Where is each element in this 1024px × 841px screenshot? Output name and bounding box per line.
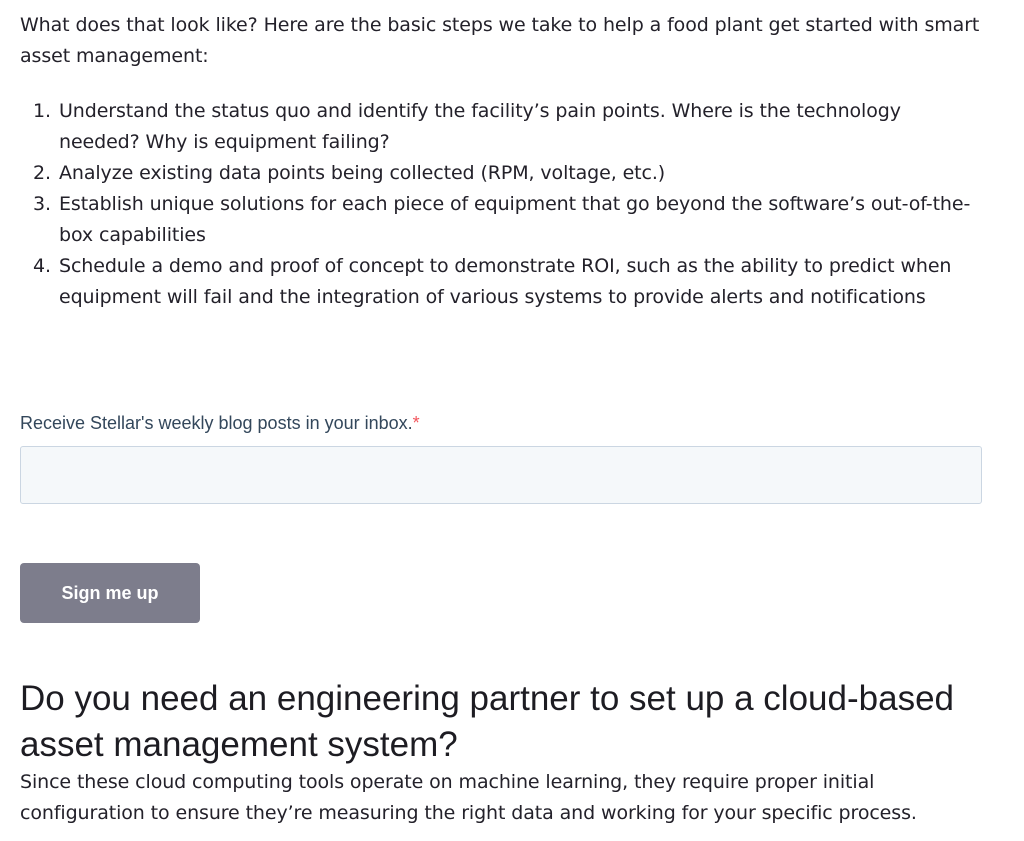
section-paragraph: Since these cloud computing tools operat… (20, 771, 917, 824)
list-item: 2. Analyze existing data points being co… (20, 158, 985, 189)
list-item-number: 4. (33, 255, 51, 277)
list-item: 1. Understand the status quo and identif… (20, 96, 985, 158)
list-item-number: 2. (33, 162, 51, 184)
list-item-number: 1. (33, 100, 51, 122)
list-item-text: Understand the status quo and identify t… (59, 100, 901, 153)
sign-up-button[interactable]: Sign me up (20, 563, 200, 623)
list-item-text: Analyze existing data points being colle… (59, 162, 666, 184)
email-field[interactable] (20, 446, 982, 504)
list-item: 3. Establish unique solutions for each p… (20, 189, 985, 251)
email-field-label-text: Receive Stellar's weekly blog posts in y… (20, 413, 413, 433)
list-item-text: Establish unique solutions for each piec… (59, 193, 971, 246)
email-field-label: Receive Stellar's weekly blog posts in y… (20, 411, 420, 435)
list-item-number: 3. (33, 193, 51, 215)
list-item-text: Schedule a demo and proof of concept to … (59, 255, 952, 308)
required-mark: * (412, 413, 420, 433)
intro-paragraph: What does that look like? Here are the b… (20, 14, 980, 67)
steps-list: 1. Understand the status quo and identif… (20, 96, 985, 313)
section-heading: Do you need an engineering partner to se… (20, 679, 954, 764)
list-item: 4. Schedule a demo and proof of concept … (20, 251, 985, 313)
